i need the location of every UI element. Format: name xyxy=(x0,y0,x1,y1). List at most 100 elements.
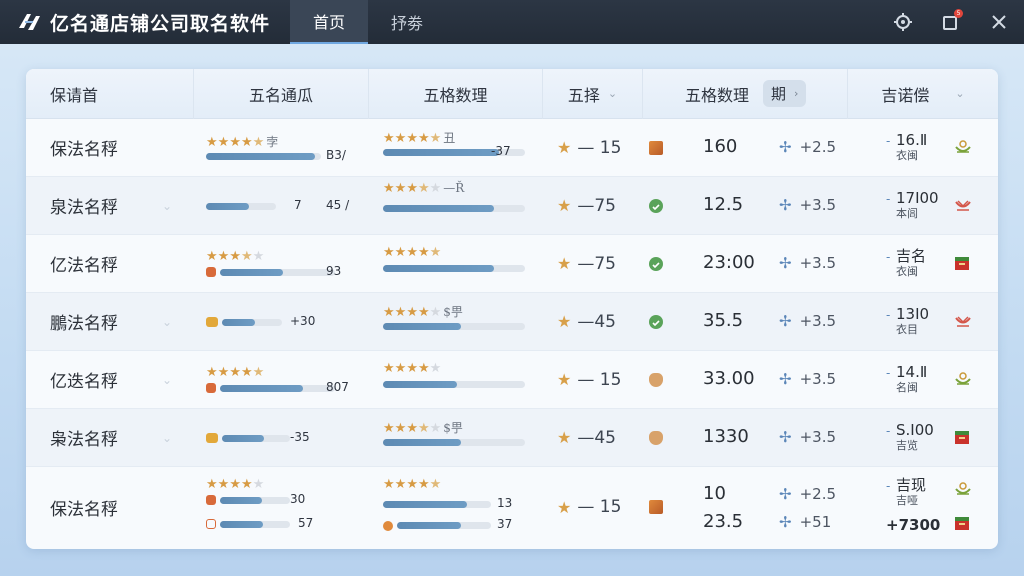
rating-bar xyxy=(220,385,335,392)
flag-icon xyxy=(206,495,216,505)
result-main: 16.Ⅱ xyxy=(896,131,928,149)
delta-value: ✢ +3.5 xyxy=(779,428,836,446)
column-header-name[interactable]: 保请首 xyxy=(26,69,194,119)
rating-cell: ★★★★★ 807 xyxy=(194,351,369,408)
numerology-value: 13 xyxy=(497,496,513,510)
column-header-numerology-value[interactable]: 五格数理 期 › xyxy=(643,69,848,119)
star-icon: ★ xyxy=(206,477,218,492)
circle-green-status-icon xyxy=(649,199,663,213)
result-main: S.Ⅰ00 xyxy=(896,421,934,439)
rating-value: 45 / xyxy=(326,198,350,212)
numerology-bar xyxy=(383,323,525,330)
table-row[interactable]: 鵬法名稃 ⌄ +30 ★★★★★ $甼 ★ —45 35.5 ✢ +3.5-13Ⅰ0 衣目 xyxy=(26,293,998,351)
column-header-result[interactable]: 吉诺偿 ⌄ xyxy=(848,69,998,119)
bowl-green-icon xyxy=(954,139,971,155)
chevron-down-icon[interactable]: ⌄ xyxy=(162,431,172,445)
star-icon: ★ xyxy=(417,245,430,260)
delta-value: ✢ +3.5 xyxy=(779,370,836,388)
dash-icon: - xyxy=(886,366,891,380)
table-row[interactable]: 保法名稃 ★★★★★ 孛 B3/★★★★★ 丑 -37 ★ — 15 160 ✢ +2.5-16.Ⅱ… xyxy=(26,119,998,177)
column-header-rating[interactable]: 五名通瓜 xyxy=(194,69,369,119)
value-cell: 10 ✢ +2.5 23.5 ✢ +51 xyxy=(643,467,848,547)
chevron-down-icon[interactable]: ⌄ xyxy=(162,199,172,213)
result-value: 13Ⅰ0 衣目 xyxy=(896,306,929,338)
numerology-bar xyxy=(383,439,525,446)
rating-bar-fill xyxy=(220,497,262,504)
pin-icon: ✢ xyxy=(779,254,792,272)
table-row[interactable]: 亿迭名稃 ⌄ ★★★★★ 807 ★★★★★ ★ — 15 33.00 ✢ +3.5-14.Ⅱ 名闽 xyxy=(26,351,998,409)
numerology-note: —Ř xyxy=(443,181,465,195)
result-value: 16.Ⅱ 衣闽 xyxy=(896,132,927,164)
star-icon: ★ xyxy=(383,131,395,146)
star-icon: ★ xyxy=(394,421,407,436)
star-icon: ★ xyxy=(417,477,430,492)
table-row[interactable]: 泉法名稃 ⌄ 7 45 /★★★★★ —Ř ★ —75 12.5 ✢ +3.5-17Ⅰ00 本闾 xyxy=(26,177,998,235)
numerology-stars: ★★★★★ $甼 xyxy=(383,303,463,320)
square-orange-status-icon xyxy=(649,500,663,514)
numerology-bar-fill xyxy=(383,323,462,330)
star-icon: ★ xyxy=(417,305,430,320)
half-star-icon: ★ xyxy=(429,245,442,260)
numerology-bar xyxy=(383,265,525,272)
box-red-icon xyxy=(954,429,970,445)
numerology-value: -37 xyxy=(491,144,511,158)
chevron-down-icon[interactable]: ⌄ xyxy=(162,373,172,387)
column-header-numerology[interactable]: 五格数理 xyxy=(369,69,543,119)
table-row[interactable]: 枭法名稃 ⌄ -35 ★★★★★ $甼 ★ —45 1330 ✢ +3.5- S.Ⅰ00 吉览 xyxy=(26,409,998,467)
numerology-cell: ★★★★★ xyxy=(369,351,543,408)
rating-bar xyxy=(222,435,290,442)
empty-star-icon: ★ xyxy=(429,181,442,196)
delta-value: ✢ +3.5 xyxy=(779,312,836,330)
app-title: 亿名通店铺公司取名软件 xyxy=(50,12,271,35)
star-icon: ★ xyxy=(406,421,418,436)
name-cell: 枭法名稃 ⌄ xyxy=(26,409,194,466)
numerology-number: 35.5 xyxy=(703,310,744,331)
result-value: 吉名 衣闽 xyxy=(896,248,926,280)
star-icon: ★ xyxy=(240,365,253,380)
settings-button[interactable] xyxy=(890,9,916,35)
star-icon: ★ xyxy=(557,370,572,389)
tab-coupons[interactable]: 抒劵 xyxy=(368,0,446,44)
result-cell: -13Ⅰ0 衣目 xyxy=(848,293,998,350)
change-cell: ★ — 15 xyxy=(543,119,643,176)
result-cell: - 吉名 衣闽 xyxy=(848,235,998,292)
chevron-down-icon[interactable]: ⌄ xyxy=(162,315,172,329)
rating-value: 93 xyxy=(326,264,342,278)
table-row[interactable]: 保法名稃 ★★★★★ 30 57 ★★★★★ 13 37 ★ — 15 10 ✢ +2.5 23.5 ✢ +… xyxy=(26,467,998,547)
star-icon: ★ xyxy=(383,361,395,376)
half-star-icon: ★ xyxy=(417,181,430,196)
rating-cell: ★★★★★ 93 xyxy=(194,235,369,292)
pin-icon: ✢ xyxy=(779,513,792,531)
result-main: 吉现 xyxy=(896,476,927,494)
flag-icon xyxy=(206,383,216,393)
numerology-note: $甼 xyxy=(443,305,463,319)
star-icon: ★ xyxy=(383,245,395,260)
delta-text: +3.5 xyxy=(799,370,837,388)
numerology-cell: ★★★★★ $甼 xyxy=(369,293,543,350)
star-icon: ★ xyxy=(217,135,230,150)
table-row[interactable]: 亿法名稃 ★★★★★ 93 ★★★★★ ★ —75 23:00 ✢ +3.5- 吉名 衣闽 xyxy=(26,235,998,293)
rating-stars: ★★★★★ xyxy=(206,477,264,492)
result-sub: 吉览 xyxy=(896,439,918,452)
star-icon: ★ xyxy=(240,477,253,492)
star-icon: ★ xyxy=(557,497,572,517)
star-icon: ★ xyxy=(394,181,407,196)
result-sub: 衣闽 xyxy=(896,265,918,278)
star-icon: ★ xyxy=(217,365,230,380)
period-selector[interactable]: 期 › xyxy=(763,80,807,107)
value-cell: 35.5 ✢ +3.5 xyxy=(643,293,848,350)
close-button[interactable] xyxy=(986,9,1012,35)
company-name: 泉法名稃 xyxy=(50,198,118,218)
notification-button[interactable]: 5 xyxy=(938,9,964,35)
tab-home[interactable]: 首页 xyxy=(290,0,369,44)
star-icon: ★ xyxy=(417,361,430,376)
rating-cell: 7 45 / xyxy=(194,177,369,234)
star-icon: ★ xyxy=(383,305,395,320)
numerology-value-secondary: 37 xyxy=(497,517,513,531)
star-icon: ★ xyxy=(557,254,572,273)
delta-value: ✢ +3.5 xyxy=(779,196,836,214)
column-header-choice[interactable]: 五择 ⌄ xyxy=(543,69,643,119)
rating-value: +30 xyxy=(290,314,316,328)
result-sub: 吉哑 xyxy=(896,494,918,507)
result-cell: - S.Ⅰ00 吉览 xyxy=(848,409,998,466)
